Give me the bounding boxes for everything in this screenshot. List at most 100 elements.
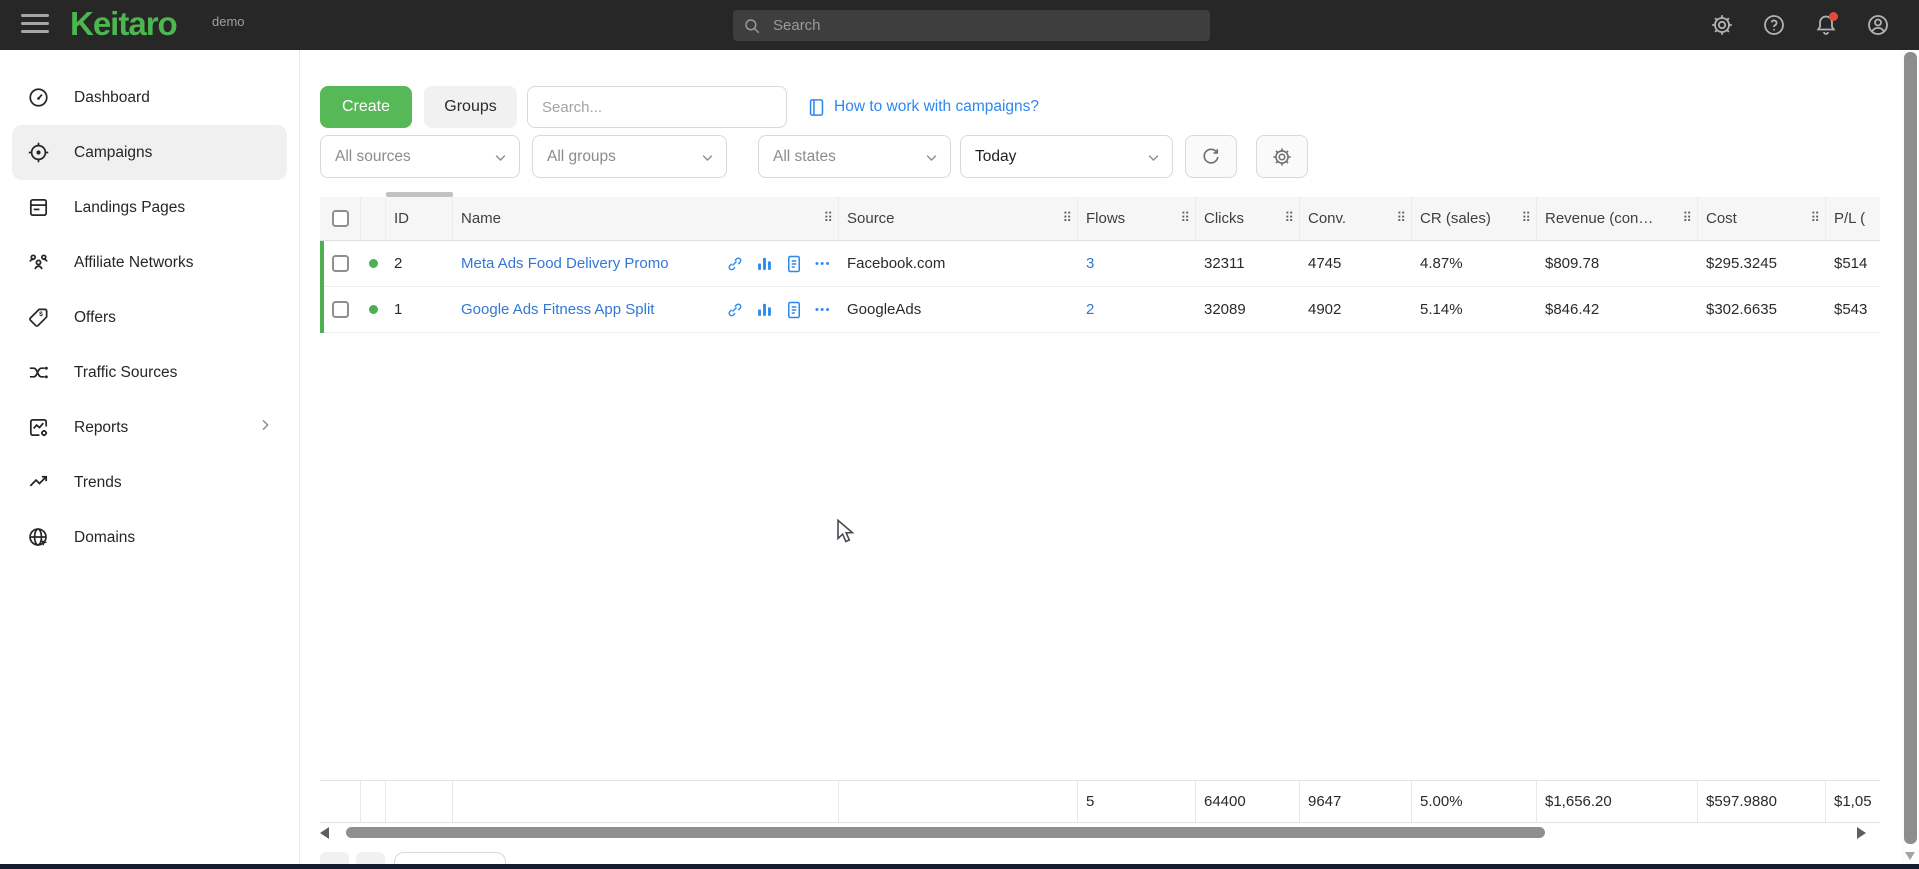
sidebar-label: Domains [74,529,135,547]
pages-icon [26,196,50,220]
gauge-icon [26,86,50,110]
row-actions: ••• [726,301,839,319]
flows-link[interactable]: 3 [1086,255,1094,272]
svg-text:$: $ [39,311,43,318]
sources-filter-dropdown[interactable]: All sources [320,135,520,178]
drag-handle-icon[interactable]: ⠿ [1521,210,1531,226]
header-select-all [320,197,361,240]
scroll-down-arrow[interactable] [1905,852,1915,860]
totals-cost: $597.9880 [1698,781,1826,822]
drag-handle-icon[interactable]: ⠿ [1180,210,1190,226]
states-filter-value: All states [773,148,836,166]
column-header-source[interactable]: Source⠿ [839,197,1078,240]
row-cr-sales: 5.14% [1412,287,1537,332]
drag-handle-icon[interactable]: ⠿ [1396,210,1406,226]
vertical-scrollbar-thumb[interactable] [1904,52,1917,844]
global-search-input[interactable] [773,17,1200,34]
sidebar-item-reports[interactable]: Reports [12,400,287,455]
row-checkbox[interactable] [332,255,349,272]
campaign-search-input[interactable] [528,99,786,116]
how-to-link[interactable]: How to work with campaigns? [808,86,1039,128]
sidebar-item-affiliate-networks[interactable]: Affiliate Networks [12,235,287,290]
global-search[interactable] [733,10,1210,41]
campaign-link-icon[interactable] [726,255,743,272]
row-conv: 4745 [1300,241,1412,286]
chevron-down-icon [924,150,939,170]
campaign-stats-icon[interactable] [756,301,773,318]
sidebar-item-trends[interactable]: Trends [12,455,287,510]
flows-link[interactable]: 2 [1086,301,1094,318]
horizontal-scrollbar-thumb[interactable] [346,827,1545,838]
drag-handle-icon[interactable]: ⠿ [1682,210,1692,226]
notifications-bell-icon[interactable] [1813,12,1839,38]
refresh-button[interactable] [1185,135,1237,178]
column-header-pl[interactable]: P/L ( [1826,197,1880,240]
settings-gear-icon[interactable] [1709,12,1735,38]
column-header-revenue[interactable]: Revenue (con…⠿ [1537,197,1698,240]
totals-pl: $1,05 [1826,781,1880,822]
drag-handle-icon[interactable]: ⠿ [1810,210,1820,226]
sidebar-item-domains[interactable]: Domains [12,510,287,565]
people-icon [26,251,50,275]
keitaro-logo[interactable]: Keitaro [70,5,177,43]
campaign-report-icon[interactable] [786,255,802,273]
sidebar-item-landings-pages[interactable]: Landings Pages [12,180,287,235]
select-all-checkbox[interactable] [332,210,349,227]
user-avatar-icon[interactable] [1865,12,1891,38]
groups-filter-dropdown[interactable]: All groups [532,135,727,178]
column-header-name[interactable]: Name⠿ [453,197,839,240]
help-icon[interactable] [1761,12,1787,38]
scroll-left-arrow[interactable] [320,827,329,839]
date-range-value: Today [975,148,1016,166]
drag-handle-icon[interactable]: ⠿ [1284,210,1294,226]
groups-button[interactable]: Groups [424,86,517,128]
sidebar-item-dashboard[interactable]: Dashboard [12,70,287,125]
sidebar-item-campaigns[interactable]: Campaigns [12,125,287,180]
row-cost: $302.6635 [1698,287,1826,332]
window-bottom-edge [0,864,1919,869]
sidebar-item-traffic-sources[interactable]: Traffic Sources [12,345,287,400]
rows-status-accent [320,241,324,333]
hamburger-menu-icon[interactable] [21,14,49,36]
table-totals: 5 64400 9647 5.00% $1,656.20 $597.9880 $… [320,780,1880,823]
sidebar-label: Offers [74,309,116,327]
chevron-down-icon [493,150,508,170]
table-settings-button[interactable] [1256,135,1308,178]
campaigns-table: ID Name⠿ Source⠿ Flows⠿ Clicks⠿ Conv.⠿ C… [320,192,1880,333]
status-dot [369,305,378,314]
campaign-report-icon[interactable] [786,301,802,319]
column-header-clicks[interactable]: Clicks⠿ [1196,197,1300,240]
column-header-conv[interactable]: Conv.⠿ [1300,197,1412,240]
campaign-stats-icon[interactable] [756,255,773,272]
row-pl: $543 [1826,287,1880,332]
column-header-cost[interactable]: Cost⠿ [1698,197,1826,240]
column-drag-indicator [386,192,453,197]
states-filter-dropdown[interactable]: All states [758,135,951,178]
row-menu-icon[interactable]: ••• [815,258,831,270]
vertical-scrollbar [1902,50,1919,864]
globe-icon [26,526,50,550]
row-checkbox[interactable] [332,301,349,318]
date-range-dropdown[interactable]: Today [960,135,1173,178]
target-icon [26,141,50,165]
row-source: GoogleAds [839,287,1078,332]
campaign-link-icon[interactable] [726,301,743,318]
drag-handle-icon[interactable]: ⠿ [823,210,833,226]
create-button[interactable]: Create [320,86,412,128]
column-header-id[interactable]: ID [386,197,453,240]
column-header-cr-sales[interactable]: CR (sales)⠿ [1412,197,1537,240]
row-menu-icon[interactable]: ••• [815,304,831,316]
gear-icon [1271,146,1293,168]
column-header-flows[interactable]: Flows⠿ [1078,197,1196,240]
sidebar-item-offers[interactable]: $ Offers [12,290,287,345]
sources-filter-value: All sources [335,148,411,166]
sidebar-label: Campaigns [74,144,152,162]
sidebar-label: Landings Pages [74,199,185,217]
drag-handle-icon[interactable]: ⠿ [1062,210,1072,226]
status-dot [369,259,378,268]
horizontal-scrollbar [320,826,1880,840]
scroll-right-arrow[interactable] [1857,827,1866,839]
campaign-name-link[interactable]: Google Ads Fitness App Split [461,301,654,318]
campaign-name-link[interactable]: Meta Ads Food Delivery Promo [461,255,669,272]
notification-badge [1829,12,1838,21]
